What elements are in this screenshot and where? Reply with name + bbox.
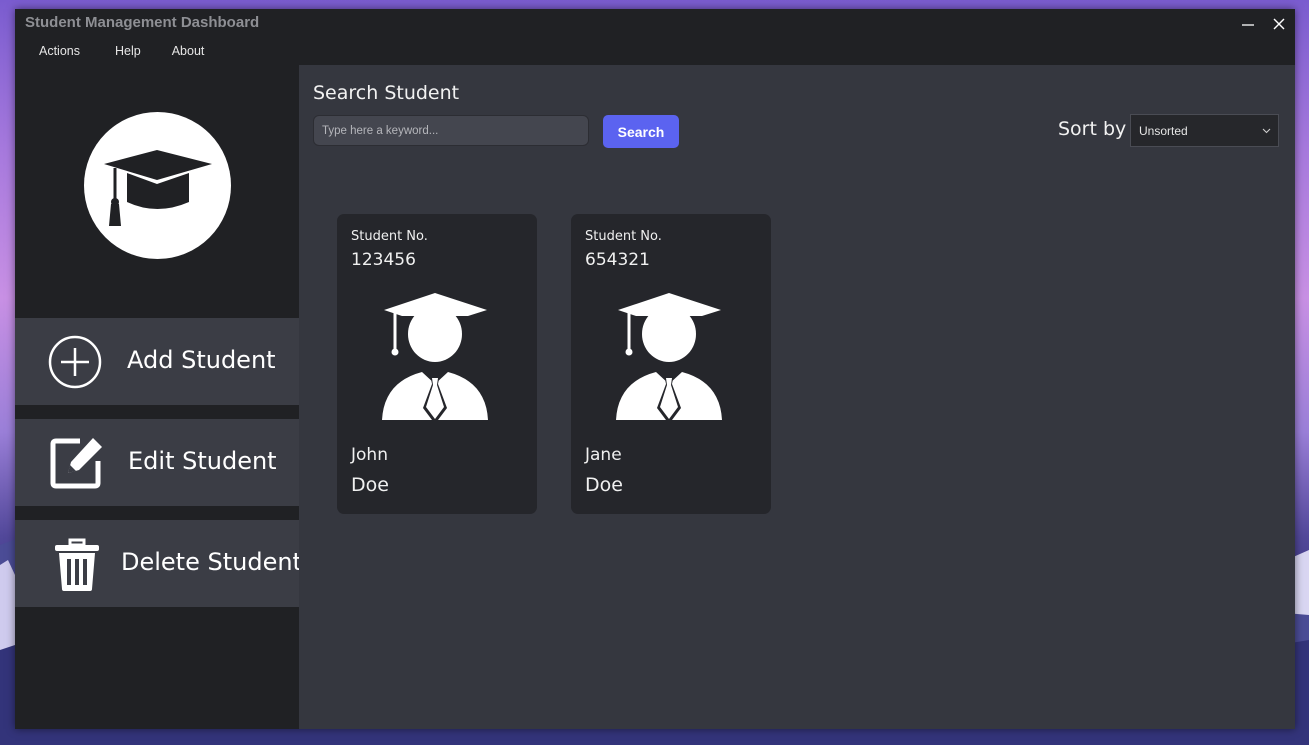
sort-dropdown[interactable]: Unsorted <box>1130 114 1279 147</box>
window-title: Student Management Dashboard <box>25 14 260 31</box>
graduate-avatar-icon <box>616 293 722 424</box>
edit-student-button[interactable]: Edit Student <box>15 419 299 506</box>
search-button[interactable]: Search <box>603 115 679 148</box>
graduation-cap-icon <box>104 150 212 226</box>
student-last-name: Doe <box>585 474 623 496</box>
edit-pencil-icon <box>50 438 102 489</box>
student-number-label: Student No. <box>351 229 428 244</box>
menu-actions[interactable]: Actions <box>25 44 94 58</box>
student-card[interactable]: Student No. 123456 John Doe <box>337 214 537 514</box>
title-bar: Student Management Dashboard Actions Hel… <box>15 9 1295 65</box>
main-panel: Search Student Search Sort by Unsorted S… <box>299 65 1295 729</box>
add-student-label: Add Student <box>127 346 276 374</box>
graduate-avatar-icon <box>382 293 488 424</box>
student-number-label: Student No. <box>585 229 662 244</box>
minimize-icon <box>1242 24 1254 26</box>
edit-student-label: Edit Student <box>128 447 277 475</box>
menu-bar: Actions Help About <box>25 44 218 58</box>
delete-student-button[interactable]: Delete Student <box>15 520 302 607</box>
menu-help[interactable]: Help <box>101 44 155 58</box>
student-first-name: Jane <box>585 445 622 465</box>
student-number: 123456 <box>351 250 416 270</box>
student-first-name: John <box>351 445 388 465</box>
delete-student-label: Delete Student <box>121 548 302 576</box>
add-student-button[interactable]: Add Student <box>15 318 299 405</box>
search-input[interactable] <box>313 115 589 146</box>
sort-label: Sort by <box>1058 118 1127 140</box>
student-number: 654321 <box>585 250 650 270</box>
chevron-down-icon <box>1262 128 1271 134</box>
trash-icon <box>55 538 99 591</box>
student-card[interactable]: Student No. 654321 Jane Doe <box>571 214 771 514</box>
plus-circle-icon <box>48 335 102 389</box>
app-window: Student Management Dashboard Actions Hel… <box>15 9 1295 729</box>
sort-selected-value: Unsorted <box>1139 124 1188 138</box>
app-logo <box>84 112 231 259</box>
sidebar: Add Student Edit Student Delete Student <box>15 65 302 729</box>
menu-about[interactable]: About <box>158 44 219 58</box>
minimize-button[interactable] <box>1235 13 1261 35</box>
student-last-name: Doe <box>351 474 389 496</box>
close-icon <box>1273 18 1285 30</box>
search-heading: Search Student <box>313 82 460 104</box>
close-button[interactable] <box>1266 13 1292 35</box>
